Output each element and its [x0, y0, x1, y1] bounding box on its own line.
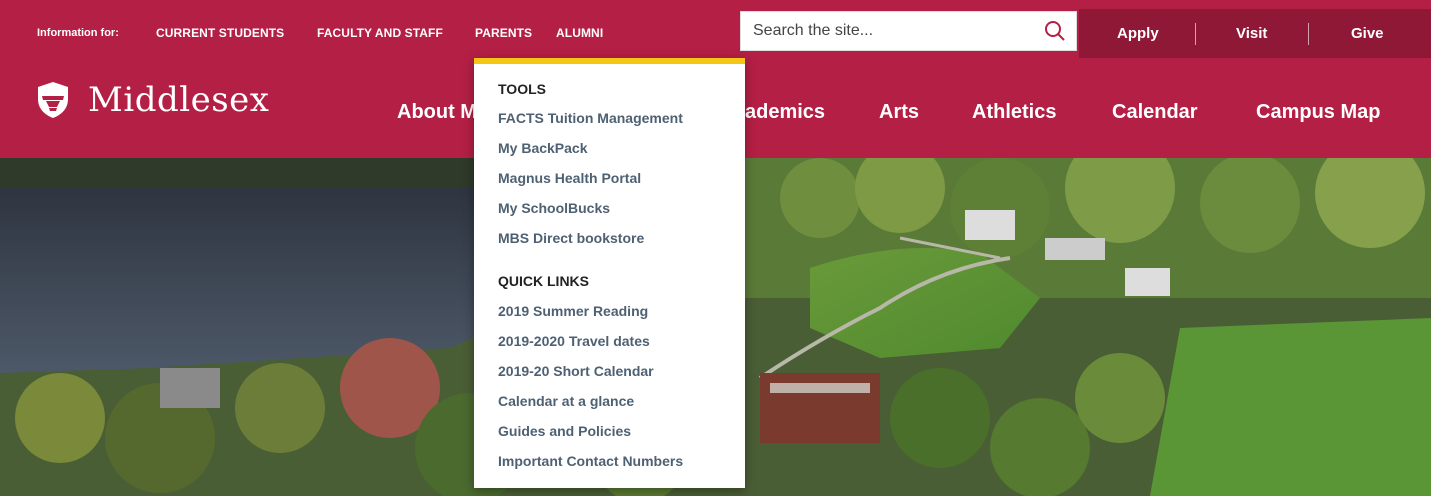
dropdown-link[interactable]: MBS Direct bookstore: [498, 230, 644, 246]
shield-icon: [38, 82, 68, 118]
nav-campus-map[interactable]: Campus Map: [1256, 101, 1380, 124]
nav-about[interactable]: About M: [397, 101, 477, 124]
nav-arts[interactable]: Arts: [879, 101, 919, 124]
quick-links-heading: QUICK LINKS: [498, 273, 589, 289]
logo[interactable]: Middlesex: [36, 80, 269, 120]
link-faculty-staff[interactable]: FACULTY AND STAFF: [317, 26, 443, 40]
search-box: [740, 11, 1077, 51]
dropdown-link[interactable]: 2019 Summer Reading: [498, 303, 648, 319]
link-current-students[interactable]: CURRENT STUDENTS: [156, 26, 284, 40]
link-alumni[interactable]: ALUMNI: [556, 26, 603, 40]
divider: [1308, 23, 1309, 45]
dropdown-link[interactable]: 2019-2020 Travel dates: [498, 333, 650, 349]
dropdown-link[interactable]: FACTS Tuition Management: [498, 110, 683, 126]
parents-dropdown-menu: TOOLS FACTS Tuition Management My BackPa…: [474, 58, 745, 488]
info-for-label: Information for:: [37, 27, 119, 39]
tools-heading: TOOLS: [498, 81, 546, 97]
dropdown-link[interactable]: Magnus Health Portal: [498, 170, 641, 186]
search-input[interactable]: [753, 12, 1033, 50]
brand-name: Middlesex: [88, 80, 270, 120]
give-link[interactable]: Give: [1351, 25, 1384, 42]
action-bar: Apply Visit Give: [1079, 9, 1431, 58]
dropdown-link[interactable]: Guides and Policies: [498, 423, 631, 439]
divider: [1195, 23, 1196, 45]
utility-bar: Information for: CURRENT STUDENTS FACULT…: [0, 0, 1431, 58]
dropdown-link[interactable]: My BackPack: [498, 140, 588, 156]
dropdown-link[interactable]: Important Contact Numbers: [498, 453, 683, 469]
search-icon[interactable]: [1044, 20, 1066, 42]
link-parents[interactable]: PARENTS: [475, 26, 532, 40]
nav-athletics[interactable]: Athletics: [972, 101, 1056, 124]
dropdown-link[interactable]: 2019-20 Short Calendar: [498, 363, 654, 379]
nav-calendar[interactable]: Calendar: [1112, 101, 1198, 124]
apply-link[interactable]: Apply: [1117, 25, 1159, 42]
visit-link[interactable]: Visit: [1236, 25, 1267, 42]
nav-academics[interactable]: ademics: [745, 101, 825, 124]
dropdown-link[interactable]: Calendar at a glance: [498, 393, 634, 409]
dropdown-link[interactable]: My SchoolBucks: [498, 200, 610, 216]
